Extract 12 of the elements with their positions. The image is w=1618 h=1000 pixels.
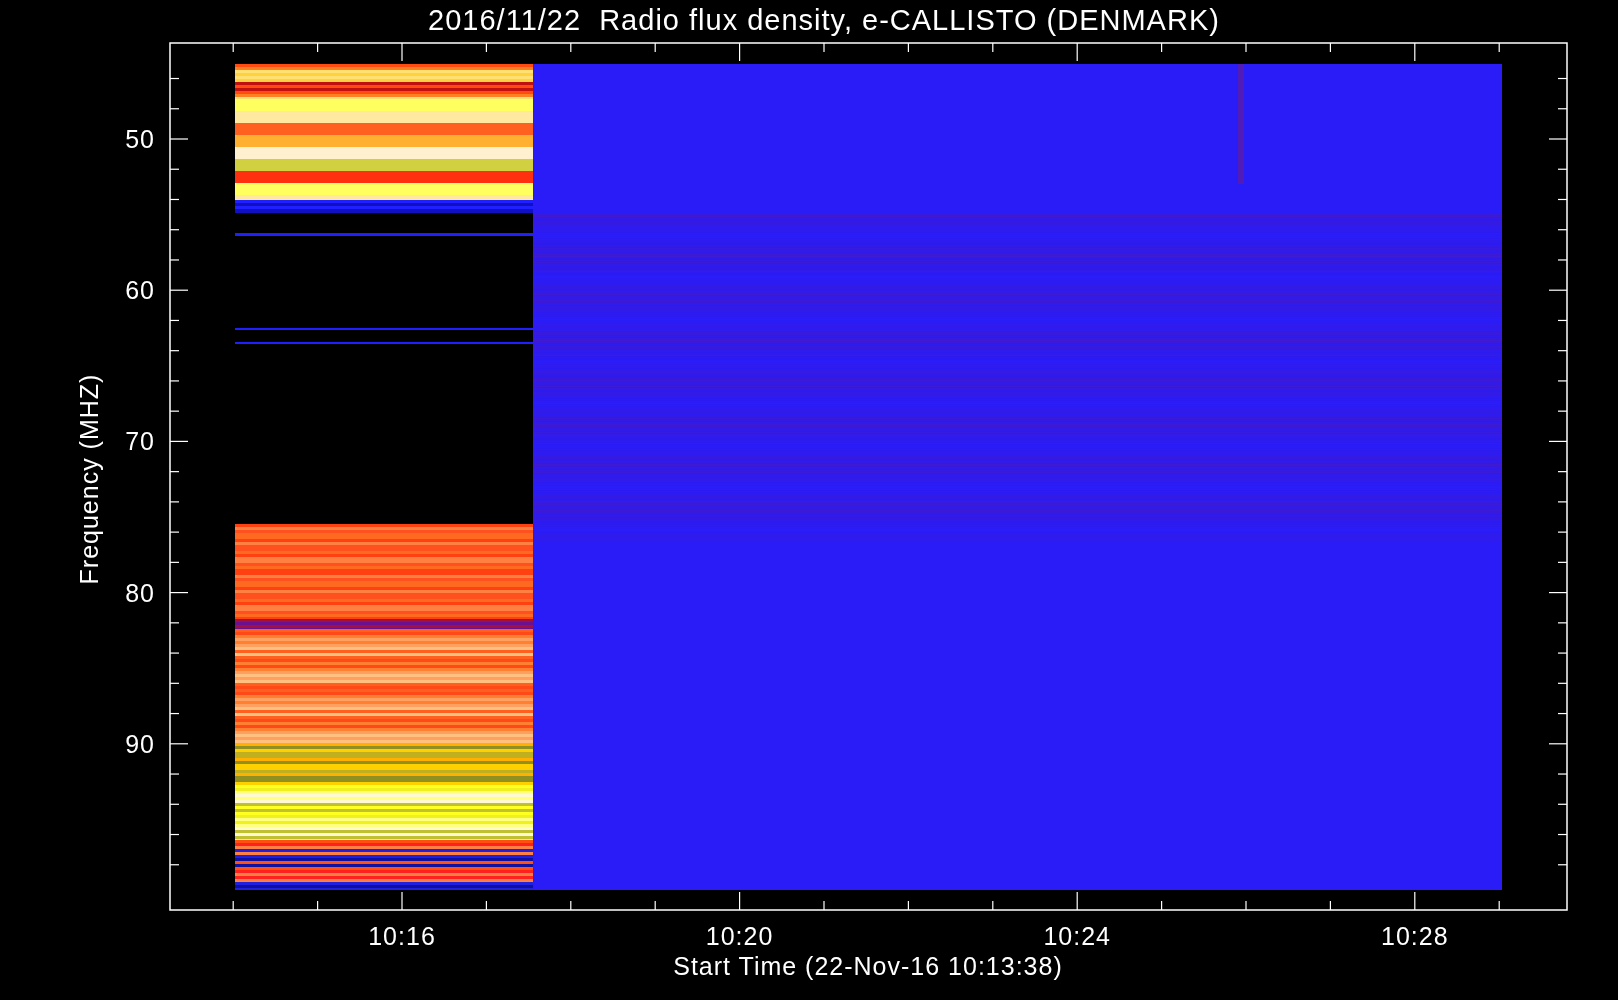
- x-tick-label: 10:28: [1381, 922, 1449, 950]
- plot-title: 2016/11/22 Radio flux density, e-CALLISTO (DENMARK): [427, 3, 1221, 38]
- y-tick-label: 80: [125, 578, 155, 607]
- y-axis-label: Frequency (MHZ): [75, 373, 103, 585]
- y-tick-label: 60: [125, 276, 155, 305]
- x-tick-label: 10:24: [1043, 922, 1111, 950]
- x-tick-label: 10:16: [368, 922, 436, 950]
- y-tick-label: 90: [125, 729, 155, 758]
- y-tick-label: 50: [125, 125, 155, 153]
- y-tick-label: 70: [125, 427, 155, 456]
- x-tick-label: 10:20: [705, 922, 774, 950]
- x-axis-label: Start Time (22-Nov-16 10:13:38): [673, 952, 1063, 980]
